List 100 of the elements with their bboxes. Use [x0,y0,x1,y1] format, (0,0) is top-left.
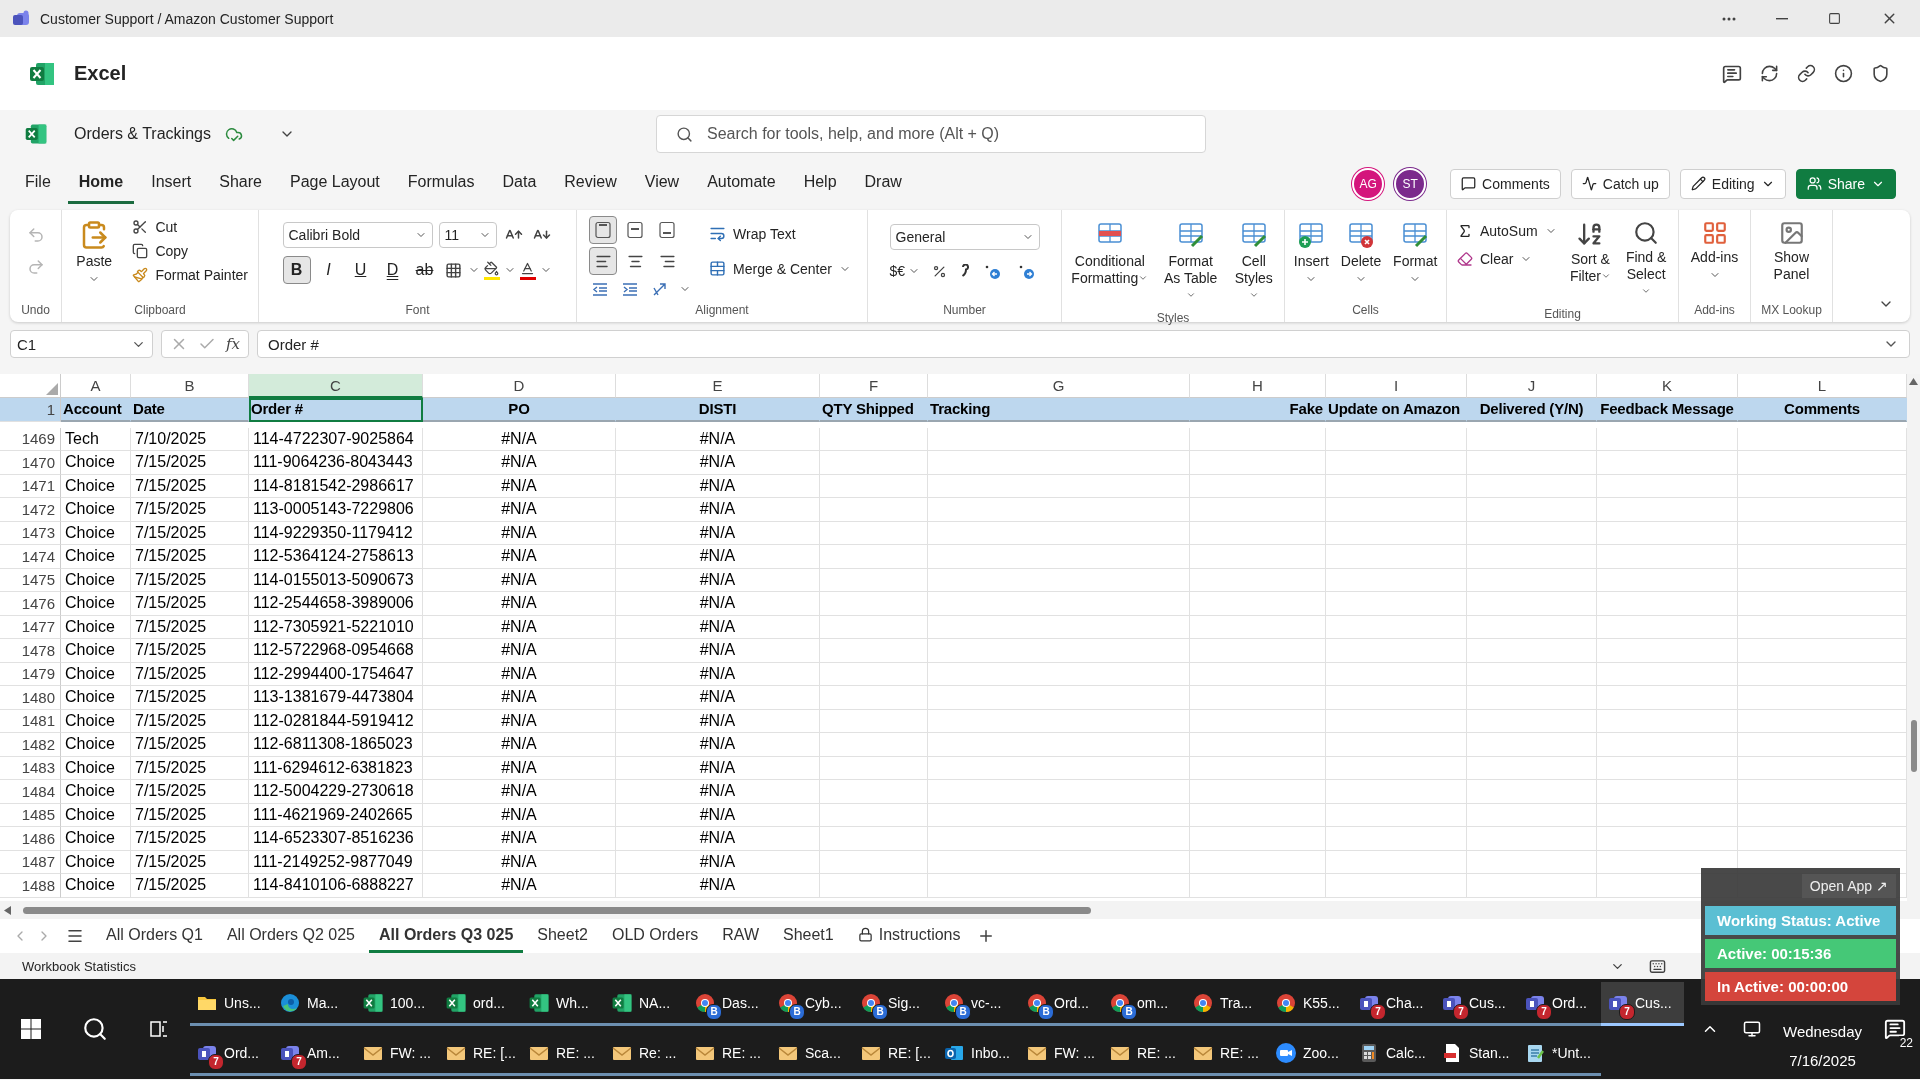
taskbar-button[interactable]: RE: [... [439,1032,522,1076]
find-select-button[interactable]: Find & Select [1620,216,1672,304]
taskbar-button[interactable]: Calc... [1352,1032,1435,1076]
taskbar-button[interactable]: RE: ... [522,1032,605,1076]
formula-field[interactable]: Order # [257,330,1910,358]
share-button[interactable]: Share [1795,168,1896,199]
menu-tab[interactable]: Share [208,163,273,204]
show-panel-button[interactable]: Show Panel [1766,216,1817,287]
underline-button[interactable]: U [346,256,375,284]
open-app-button[interactable]: Open App ↗ [1801,874,1896,898]
taskbar-button[interactable]: K55... [1269,982,1352,1026]
menu-tab[interactable]: Automate [696,163,787,204]
delete-cells-button[interactable]: Delete [1337,216,1385,289]
menu-tab[interactable]: Formulas [396,163,486,204]
sheet-tab[interactable]: Sheet2 [527,919,598,953]
taskbar-button[interactable]: RE: ... [688,1032,771,1076]
column-header[interactable]: F [820,374,928,398]
column-header[interactable]: H [1190,374,1326,398]
taskbar-button[interactable]: 7 Am... [273,1032,356,1076]
taskbar-button[interactable]: FW: ... [356,1032,439,1076]
taskbar-button[interactable]: B vc-... [937,982,1020,1026]
sheet-tab[interactable]: All Orders Q2 025 [216,919,365,953]
wrap-text-button[interactable]: Wrap Text [705,222,855,245]
taskbar-button[interactable]: 7 Ord... [190,1032,273,1076]
conditional-formatting-button[interactable]: Conditional Formatting [1068,216,1152,291]
currency-button[interactable]: $€ [889,263,921,279]
add-ins-button[interactable]: Add-ins [1685,216,1744,285]
taskbar-button[interactable]: *Unt... [1518,1032,1601,1076]
taskbar-button[interactable]: 7 Cus... [1601,982,1684,1026]
taskbar-button[interactable]: RE: [... [854,1032,937,1076]
sheet-tab[interactable]: OLD Orders [602,919,709,953]
info-button[interactable] [1832,62,1855,85]
catch-up-button[interactable]: Catch up [1570,168,1670,199]
taskbar-button[interactable]: Uns... [190,982,273,1026]
column-header[interactable]: K [1597,374,1738,398]
number-format-dropdown[interactable]: General [889,224,1040,250]
taskbar-button[interactable]: FW: ... [1020,1032,1103,1076]
bold-button[interactable]: B [282,256,311,284]
sheet-tab[interactable]: Instructions [847,919,971,953]
taskbar-button[interactable]: 100... [356,982,439,1026]
vertical-align-button[interactable] [589,216,618,244]
taskbar-button[interactable]: Inbo... [937,1032,1020,1076]
taskbar-button[interactable]: 7 Cus... [1435,982,1518,1026]
paste-button[interactable]: Paste [68,216,121,289]
start-button[interactable] [18,1016,44,1042]
taskbar-button[interactable]: RE: ... [1103,1032,1186,1076]
column-header[interactable]: D [423,374,616,398]
column-header[interactable]: B [131,374,249,398]
maximize-button[interactable] [1826,10,1843,27]
autosum-button[interactable]: AutoSum [1453,220,1561,242]
search-field[interactable]: Search for tools, help, and more (Alt + Q) [656,114,1206,153]
format-painter-button[interactable]: Format Painter [128,264,252,286]
cell-styles-button[interactable]: Cell Styles [1229,216,1278,308]
menu-tab[interactable]: Insert [140,163,203,204]
comments-button[interactable]: Comments [1450,168,1561,199]
minimize-button[interactable] [1774,15,1790,22]
column-header[interactable]: L [1738,374,1907,398]
column-header[interactable]: J [1467,374,1597,398]
menu-tab[interactable]: Data [491,163,548,204]
taskbar-button[interactable]: Re: ... [605,1032,688,1076]
merge-center-button[interactable]: Merge & Center [705,257,855,280]
format-cells-button[interactable]: Format [1390,216,1441,289]
taskbar-button[interactable]: Zoo... [1269,1032,1352,1076]
insert-cells-button[interactable]: Insert [1290,216,1332,289]
double-underline-button[interactable]: D [378,256,407,284]
taskbar-button[interactable]: Stan... [1435,1032,1518,1076]
column-header[interactable]: A [61,374,131,398]
column-header[interactable]: C [249,374,423,398]
taskbar-button[interactable]: B Sig... [854,982,937,1026]
scrollbar-thumb[interactable] [1910,720,1917,772]
font-name-dropdown[interactable]: Calibri Bold [282,222,433,248]
format-as-table-button[interactable]: Format As Table [1157,216,1224,308]
sheet-tab[interactable]: All Orders Q1 [96,919,213,953]
name-box[interactable]: C1 [10,330,153,358]
taskbar-button[interactable]: RE: ... [1186,1032,1269,1076]
menu-tab[interactable]: Review [553,163,628,204]
user-avatar[interactable]: AG [1352,167,1385,200]
taskbar-button[interactable]: Tra... [1186,982,1269,1026]
link-button[interactable] [1795,62,1818,85]
taskbar-button[interactable]: ord... [439,982,522,1026]
menu-tab[interactable]: Help [792,163,848,204]
taskbar-button[interactable]: Sca... [771,1032,854,1076]
taskbar-button[interactable]: B Cyb... [771,982,854,1026]
sort-filter-button[interactable]: Sort & Filter [1564,216,1617,289]
column-header[interactable]: G [928,374,1190,398]
font-size-dropdown[interactable]: 11 [438,222,497,248]
copy-button[interactable]: Copy [128,240,252,262]
horizontal-align-button[interactable] [589,247,618,275]
cut-button[interactable]: Cut [128,216,252,238]
user-avatar[interactable]: ST [1394,167,1427,200]
clear-button[interactable]: Clear [1453,248,1561,270]
sheet-tab[interactable]: Sheet1 [773,919,844,953]
taskbar-button[interactable]: Ma... [273,982,356,1026]
taskbar-button[interactable]: B Ord... [1020,982,1103,1026]
taskbar-button[interactable]: 7 Cha... [1352,982,1435,1026]
sheet-tab[interactable]: RAW [712,919,769,953]
taskbar-button[interactable]: B om... [1103,982,1186,1026]
taskbar-button[interactable]: B Das... [688,982,771,1026]
italic-button[interactable]: I [314,256,343,284]
column-header[interactable]: I [1326,374,1467,398]
